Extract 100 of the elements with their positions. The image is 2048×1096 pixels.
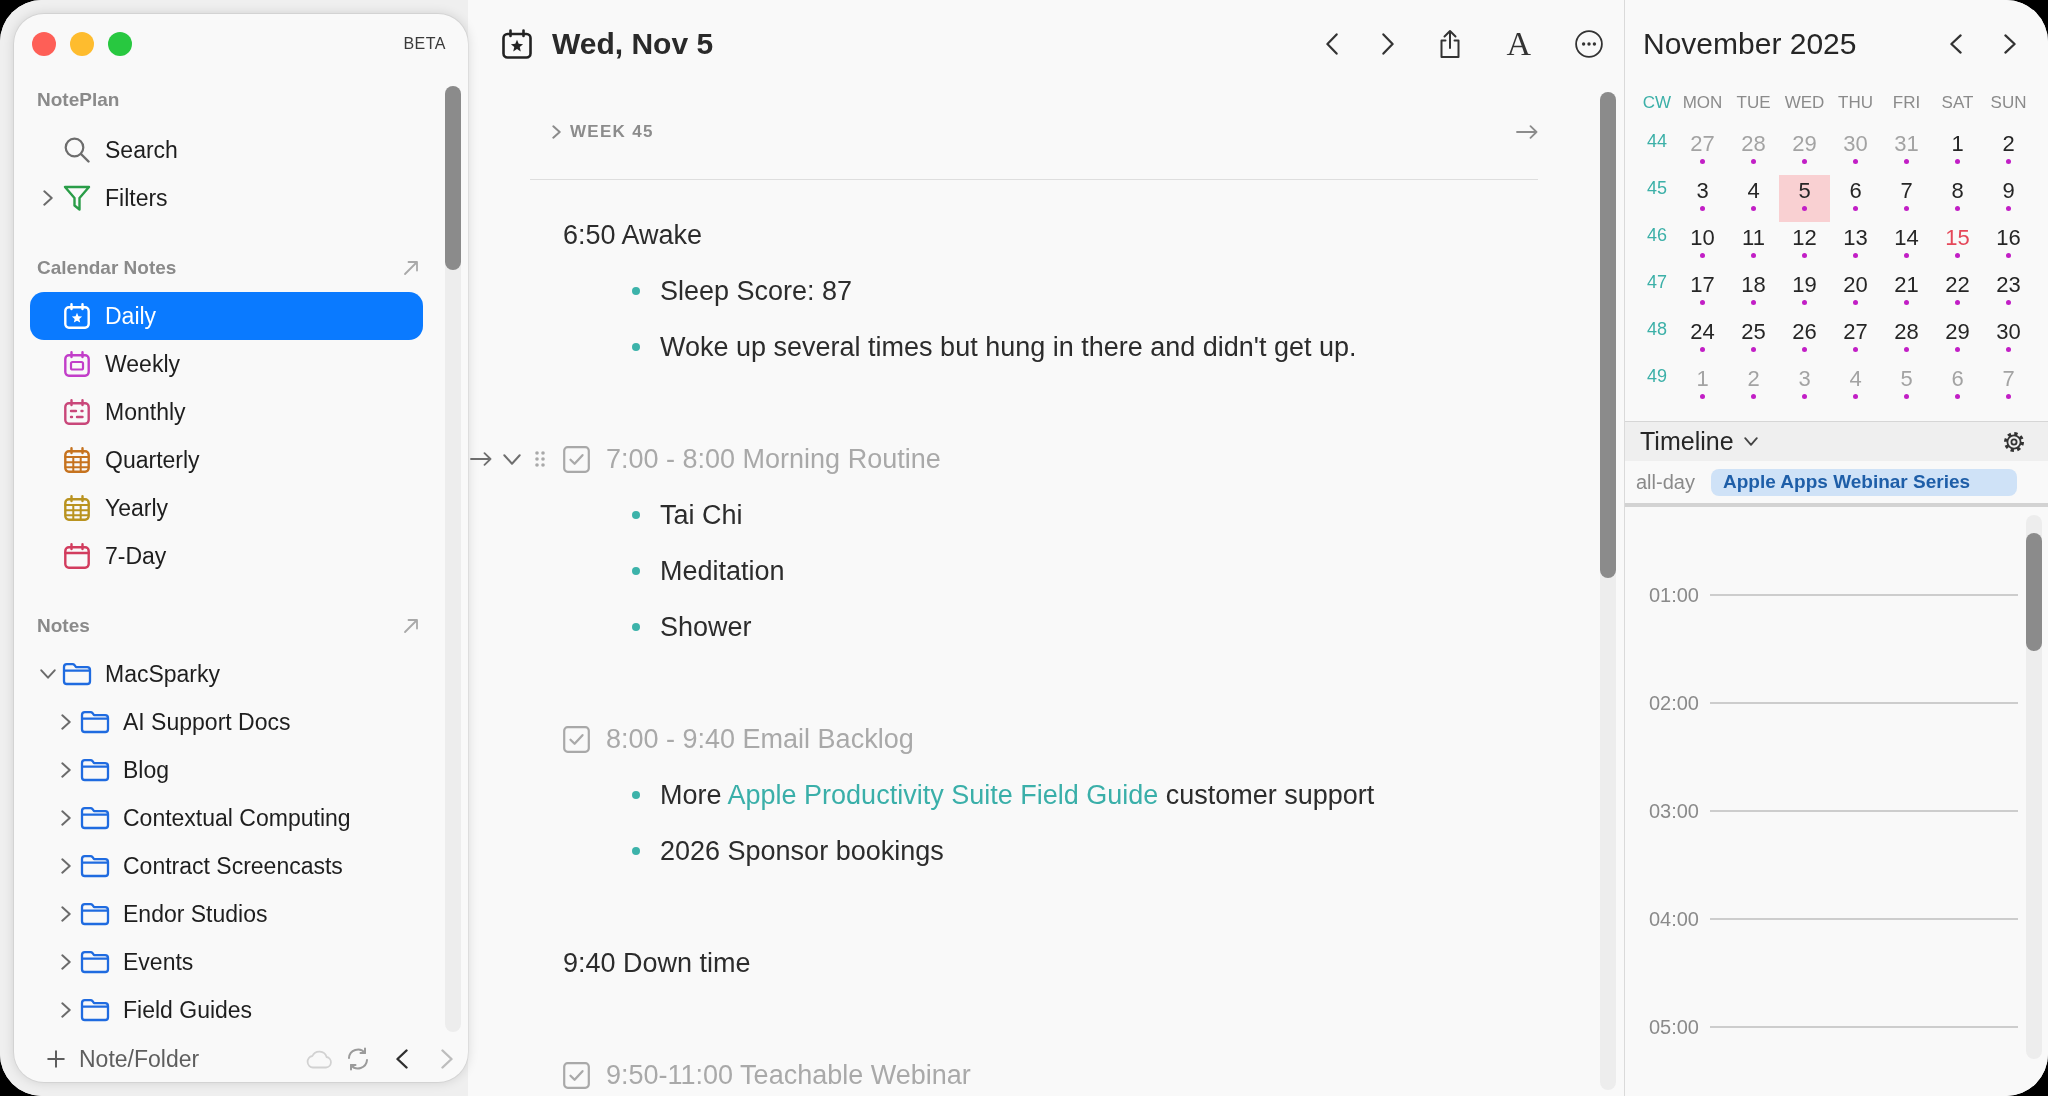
scrollbar-thumb[interactable] xyxy=(2026,533,2042,651)
scrollbar-track[interactable] xyxy=(445,86,461,1032)
folder-icon xyxy=(80,998,110,1022)
sidebar-item[interactable]: Weekly xyxy=(30,340,423,388)
calendar-day[interactable]: 10 xyxy=(1677,222,1728,269)
section-heading: Calendar Notes xyxy=(37,257,177,279)
sidebar-item[interactable]: Search xyxy=(30,126,423,174)
plus-icon xyxy=(47,1050,65,1068)
calendar-day[interactable]: 20 xyxy=(1830,269,1881,316)
calendar-day[interactable]: 5 xyxy=(1779,175,1830,222)
sidebar-item[interactable]: Filters xyxy=(30,174,423,222)
bullet-text: 2026 Sponsor bookings xyxy=(660,835,944,867)
sidebar-item[interactable]: Monthly xyxy=(30,388,423,436)
calendar-day[interactable]: 29 xyxy=(1932,316,1983,363)
scrollbar-track[interactable] xyxy=(1600,92,1616,1090)
hour-label: 02:00 xyxy=(1647,691,1699,715)
calendar-day[interactable]: 13 xyxy=(1830,222,1881,269)
all-day-event[interactable]: Apple Apps Webinar Series xyxy=(1711,468,2017,496)
folder-icon xyxy=(80,710,110,734)
sidebar-item[interactable]: MacSparky xyxy=(30,650,423,698)
close-button[interactable] xyxy=(32,32,56,56)
calendar-day[interactable]: 23 xyxy=(1983,269,2034,316)
sidebar-item[interactable]: AI Support Docs xyxy=(30,698,423,746)
bullet-dot-icon xyxy=(632,287,640,295)
calendar-day[interactable]: 21 xyxy=(1881,269,1932,316)
calendar-day[interactable]: 8 xyxy=(1932,175,1983,222)
calendar-day[interactable]: 2 xyxy=(1983,128,2034,175)
sync-icon[interactable] xyxy=(346,1047,370,1071)
calendar-day[interactable]: 14 xyxy=(1881,222,1932,269)
new-note-button[interactable]: Note/Folder xyxy=(47,1045,200,1073)
checkbox-icon[interactable] xyxy=(563,725,590,753)
note-text: 6:50 Awake xyxy=(563,219,703,251)
chevron-down-icon[interactable] xyxy=(40,669,56,679)
calendar-day[interactable]: 30 xyxy=(1983,316,2034,363)
calendar-box-icon xyxy=(64,351,90,377)
bullet-text: More Apple Productivity Suite Field Guide customer support xyxy=(660,779,1375,811)
calendar-day[interactable]: 28 xyxy=(1881,316,1932,363)
calendar-day[interactable]: 16 xyxy=(1983,222,2034,269)
scrollbar-thumb[interactable] xyxy=(1600,92,1616,578)
sidebar-item[interactable]: Quarterly xyxy=(30,436,423,484)
sidebar-item[interactable]: Field Guides xyxy=(30,986,423,1034)
drag-handle-icon[interactable] xyxy=(535,451,545,467)
checkbox-icon[interactable] xyxy=(563,445,590,473)
chevron-right-icon[interactable] xyxy=(2004,34,2016,54)
sidebar-item[interactable]: Events xyxy=(30,938,423,986)
scrollbar-thumb[interactable] xyxy=(445,86,461,270)
task-text: 9:50-11:00 Teachable Webinar xyxy=(606,1059,971,1091)
weekday-label: TUE xyxy=(1735,92,1772,114)
chevron-left-icon[interactable] xyxy=(396,1049,408,1069)
bullet-dot-icon xyxy=(632,847,640,855)
calendar-day[interactable]: 9 xyxy=(1983,175,2034,222)
calendar-day[interactable]: 4 xyxy=(1728,175,1779,222)
sidebar-item[interactable]: Blog xyxy=(30,746,423,794)
calendar-day[interactable]: 19 xyxy=(1779,269,1830,316)
sidebar-item[interactable]: 7-Day xyxy=(30,532,423,580)
calendar-day[interactable]: 25 xyxy=(1728,316,1779,363)
calendar-day[interactable]: 17 xyxy=(1677,269,1728,316)
calendar-day[interactable]: 7 xyxy=(1881,175,1932,222)
calendar-day[interactable]: 1 xyxy=(1932,128,1983,175)
calendar-day[interactable]: 15 xyxy=(1932,222,1983,269)
checkbox-icon[interactable] xyxy=(563,1061,590,1089)
font-button[interactable]: A xyxy=(1506,27,1531,61)
calendar-day[interactable]: 24 xyxy=(1677,316,1728,363)
weekday-label: SAT xyxy=(1940,92,1975,114)
bullet-dot-icon xyxy=(632,791,640,799)
sidebar-item[interactable]: Yearly xyxy=(30,484,423,532)
calendar-day[interactable]: 12 xyxy=(1779,222,1830,269)
calendar-day[interactable]: 11 xyxy=(1728,222,1779,269)
sidebar-item[interactable]: Contextual Computing xyxy=(30,794,423,842)
beta-label: BETA xyxy=(403,35,446,53)
sidebar-item[interactable]: Daily xyxy=(30,292,423,340)
hour-label: 01:00 xyxy=(1647,583,1699,607)
hour-label: 05:00 xyxy=(1647,1015,1699,1039)
sidebar-item[interactable]: Contract Screencasts xyxy=(30,842,423,890)
folder-icon xyxy=(80,806,110,830)
arrow-right-icon[interactable] xyxy=(470,452,492,466)
folder-icon xyxy=(80,758,110,782)
chevron-right-icon[interactable] xyxy=(1382,33,1395,55)
sidebar-item[interactable]: Endor Studios xyxy=(30,890,423,938)
chevron-left-icon[interactable] xyxy=(1326,33,1339,55)
arrow-right-icon[interactable] xyxy=(1516,125,1538,139)
folder-icon xyxy=(80,902,110,926)
calendar-day[interactable]: 18 xyxy=(1728,269,1779,316)
more-icon[interactable] xyxy=(1575,30,1603,58)
bullet-dot-icon xyxy=(632,567,640,575)
search-icon xyxy=(64,137,90,163)
scrollbar-track[interactable] xyxy=(2026,515,2042,1059)
chevron-left-icon[interactable] xyxy=(1950,34,1962,54)
calendar-day[interactable]: 6 xyxy=(1830,175,1881,222)
gear-icon[interactable] xyxy=(2003,430,2025,453)
calendar-day[interactable]: 26 xyxy=(1779,316,1830,363)
calendar-day[interactable]: 22 xyxy=(1932,269,1983,316)
task-text: 7:00 - 8:00 Morning Routine xyxy=(606,443,941,475)
calendar-day[interactable]: 3 xyxy=(1677,175,1728,222)
note-title: Wed, Nov 5 xyxy=(552,27,714,61)
chevron-down-icon[interactable] xyxy=(1743,437,1758,446)
chevron-down-icon[interactable] xyxy=(503,453,521,465)
calendar-day[interactable]: 27 xyxy=(1830,316,1881,363)
folder-icon xyxy=(80,950,110,974)
share-icon[interactable] xyxy=(1438,29,1463,59)
